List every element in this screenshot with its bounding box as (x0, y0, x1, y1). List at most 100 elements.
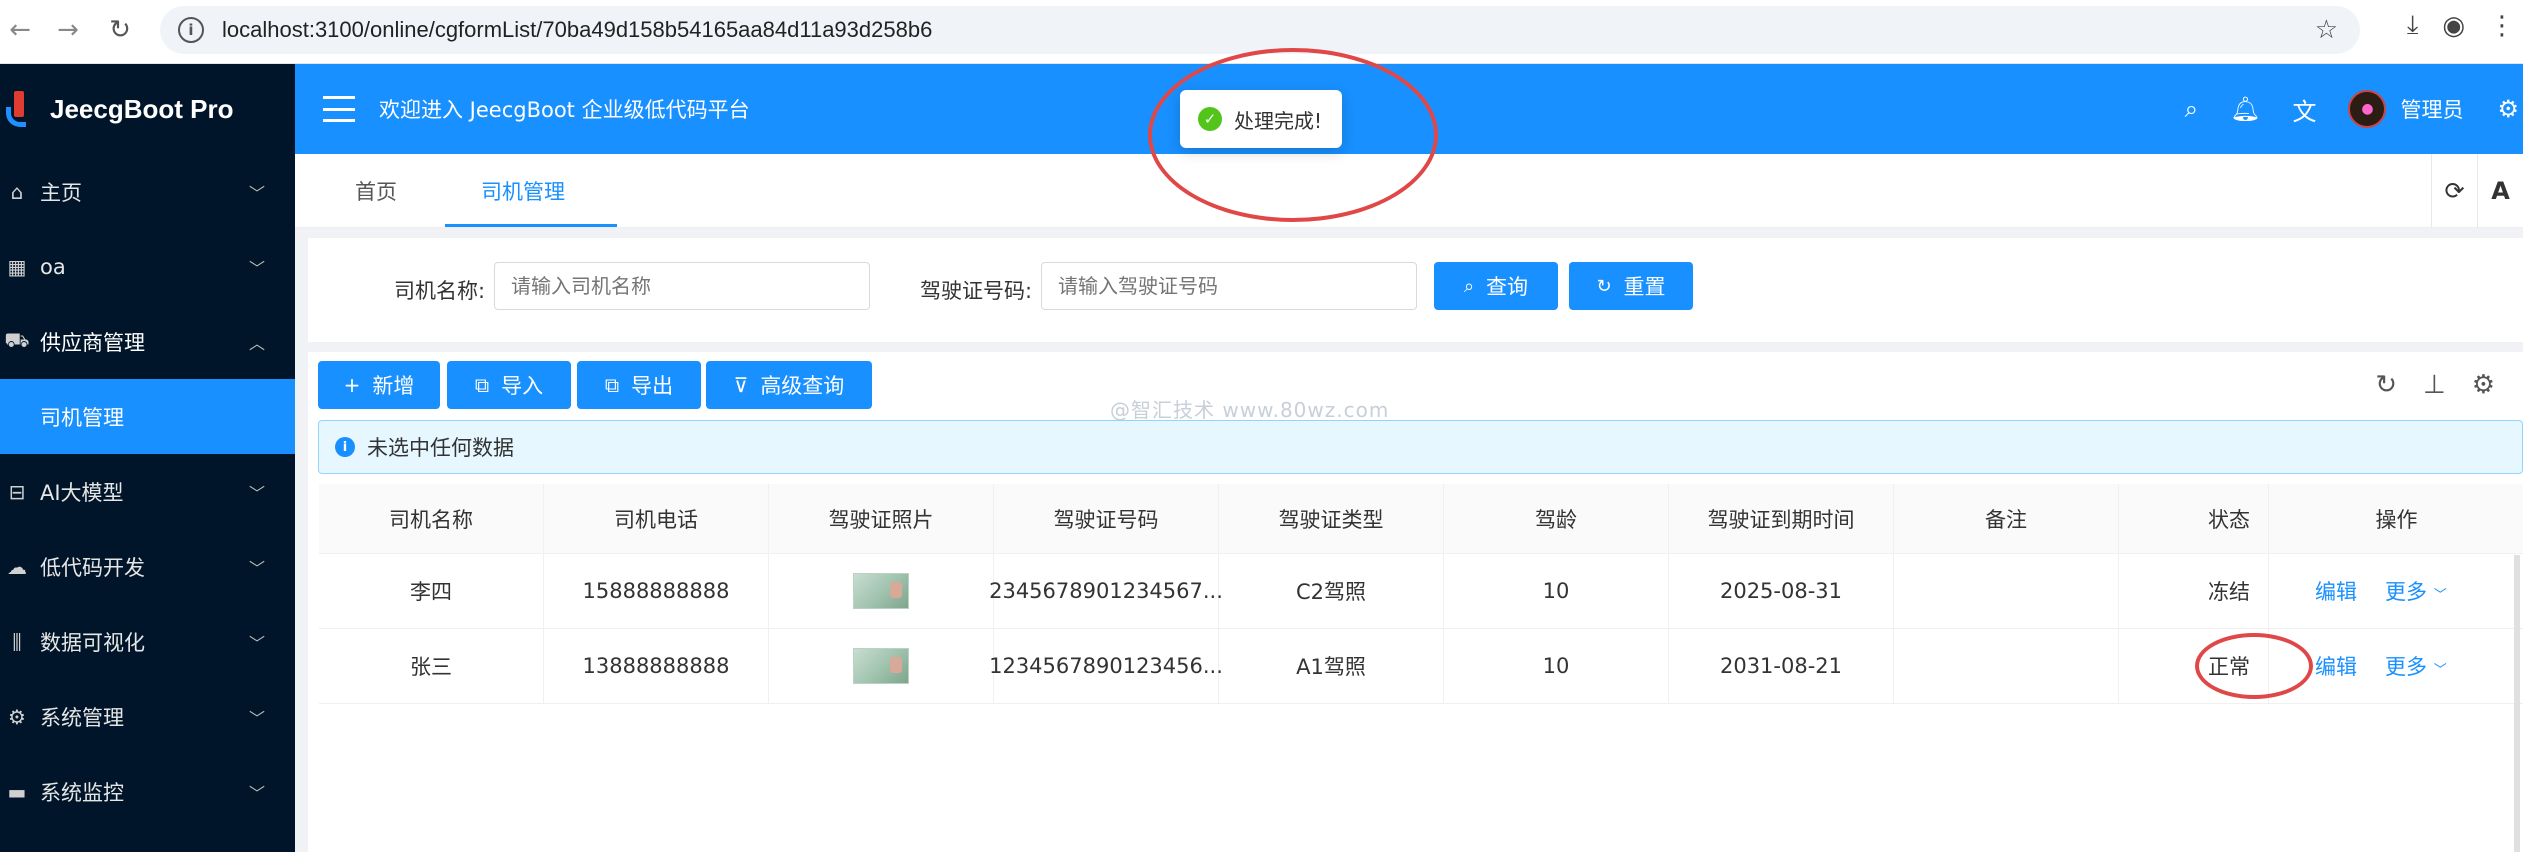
reset-button-label: 重置 (1623, 275, 1666, 299)
reload-icon: ↻ (1596, 275, 1612, 297)
driver-phone-cell: 15888888888 (544, 554, 769, 628)
column-height-icon[interactable]: ⊥ (2423, 370, 2446, 400)
plus-icon: + (343, 373, 361, 397)
grid-icon: ▦ (7, 254, 27, 279)
chevron-down-icon: ﹀ (248, 183, 265, 203)
column-header: 驾驶证到期时间 (1669, 484, 1894, 553)
vertical-scrollbar[interactable] (2514, 555, 2520, 852)
chart-icon: ⫼ (12, 629, 22, 654)
address-bar[interactable]: i localhost:3100/online/cgformList/70ba4… (160, 6, 2360, 54)
logo[interactable]: JeecgBoot Pro (0, 64, 295, 154)
advanced-query-button[interactable]: ⊽ 高级查询 (706, 361, 872, 409)
status-cell: 冻结 (2119, 554, 2269, 628)
sidebar-item-home[interactable]: ⌂ 主页 ﹀ (0, 154, 295, 229)
sidebar-item-label: 系统管理 (40, 705, 124, 730)
column-header: 驾龄 (1444, 484, 1669, 553)
sidebar-item-ai[interactable]: ⊟ AI大模型 ﹀ (0, 454, 295, 529)
export-button[interactable]: ⧉ 导出 (577, 361, 701, 409)
add-button-label: 新增 (372, 374, 415, 398)
license-expire-cell: 2031-08-21 (1669, 629, 1894, 703)
sidebar-item-label: 供应商管理 (40, 330, 145, 355)
cloud-icon: ☁ (7, 554, 27, 579)
more-dropdown[interactable]: 更多 ﹀ (2385, 576, 2447, 606)
license-type-cell: A1驾照 (1219, 629, 1444, 703)
tab-tool-a[interactable]: A (2477, 154, 2523, 228)
table-row[interactable]: 李四 15888888888 2345678901234567... C2驾照 … (319, 554, 2523, 629)
translate-icon[interactable]: 文 (2292, 92, 2316, 127)
chevron-down-icon: ﹀ (248, 258, 265, 278)
welcome-text: 欢迎进入 JeecgBoot 企业级低代码平台 (379, 98, 750, 122)
column-header: 司机名称 (319, 484, 544, 553)
edit-link[interactable]: 编辑 (2315, 651, 2357, 681)
avatar[interactable]: ● (2348, 90, 2387, 128)
license-number-label: 驾驶证号码: (920, 279, 1033, 303)
watermark: @智汇技术 www.80wz.com (1110, 398, 1390, 422)
info-icon[interactable]: i (178, 17, 204, 43)
url-text: localhost:3100/online/cgformList/70ba49d… (222, 17, 933, 42)
bell-icon[interactable]: 🔔︎ (2230, 95, 2260, 123)
filter-icon: ⊽ (733, 373, 749, 397)
table-header: 司机名称 司机电话 驾驶证照片 驾驶证号码 驾驶证类型 驾龄 驾驶证到期时间 备… (319, 484, 2523, 554)
user-name[interactable]: 管理员 (2400, 94, 2463, 124)
chevron-down-icon: ﹀ (248, 708, 265, 728)
edit-link[interactable]: 编辑 (2315, 576, 2357, 606)
reload-icon[interactable]: ↻ (100, 10, 140, 50)
reset-button[interactable]: ↻ 重置 (1569, 262, 1693, 310)
sidebar-item-system[interactable]: ⚙ 系统管理 ﹀ (0, 679, 295, 754)
sidebar-item-label: 数据可视化 (40, 630, 145, 655)
license-number-cell: 1234567890123456... (989, 629, 1223, 703)
sidebar-item-supplier[interactable]: ⛟ 供应商管理 ︿ (0, 304, 295, 379)
remark-cell (1894, 554, 2119, 628)
selection-alert: i 未选中任何数据 (318, 420, 2523, 474)
bookmark-star-icon[interactable]: ☆ (2315, 15, 2338, 45)
browser-menu-icon[interactable]: ⋮ (2489, 11, 2515, 41)
column-header: 状态 (2119, 484, 2269, 553)
back-icon[interactable]: ← (0, 10, 40, 50)
import-icon: ⧉ (474, 373, 490, 397)
query-button[interactable]: ⌕ 查询 (1434, 262, 1558, 310)
column-header: 备注 (1894, 484, 2119, 553)
home-icon: ⌂ (10, 179, 24, 204)
more-label: 更多 (2385, 655, 2427, 679)
more-dropdown[interactable]: 更多 ﹀ (2385, 651, 2447, 681)
refresh-icon[interactable]: ↻ (2375, 370, 2397, 400)
tab-home[interactable]: 首页 (355, 154, 397, 228)
sidebar-item-visualization[interactable]: ⫼ 数据可视化 ﹀ (0, 604, 295, 679)
table-row[interactable]: 张三 13888888888 1234567890123456... A1驾照 … (319, 629, 2523, 704)
sidebar-item-lowcode[interactable]: ☁ 低代码开发 ﹀ (0, 529, 295, 604)
table-card: + 新增 ⧉ 导入 ⧉ 导出 ⊽ 高级查询 @智汇技术 www.80wz.com… (308, 352, 2523, 852)
chevron-down-icon: ﹀ (248, 558, 265, 578)
refresh-tab-icon[interactable]: ⟳ (2431, 154, 2477, 228)
license-photo-cell (769, 554, 994, 628)
tab-driver-management[interactable]: 司机管理 (481, 154, 565, 228)
profile-icon[interactable]: ◉ (2442, 11, 2465, 41)
chevron-up-icon: ︿ (248, 333, 265, 353)
sidebar-item-label: 系统监控 (40, 780, 124, 805)
driver-name-input[interactable] (494, 262, 870, 310)
column-settings-icon[interactable]: ⚙ (2472, 370, 2495, 400)
annotation-circle-status (2195, 633, 2313, 699)
sidebar-item-label: oa (40, 254, 66, 279)
jeecg-logo-icon (6, 89, 32, 129)
driving-years-cell: 10 (1444, 629, 1669, 703)
license-photo-thumbnail[interactable] (853, 573, 909, 609)
download-icon[interactable]: ⤓ (2407, 10, 2419, 41)
settings-gear-icon[interactable]: ⚙ (2497, 95, 2519, 123)
search-icon[interactable]: ⌕ (2185, 95, 2198, 123)
add-button[interactable]: + 新增 (318, 361, 440, 409)
license-photo-thumbnail[interactable] (853, 648, 909, 684)
sidebar-item-driver[interactable]: 司机管理 (0, 379, 295, 454)
column-header: 司机电话 (544, 484, 769, 553)
monitor-icon: ▬ (7, 779, 27, 804)
logo-text: JeecgBoot Pro (50, 93, 234, 124)
menu-toggle-icon[interactable] (323, 96, 355, 122)
more-label: 更多 (2385, 580, 2427, 604)
sidebar-item-oa[interactable]: ▦ oa ﹀ (0, 229, 295, 304)
import-button[interactable]: ⧉ 导入 (447, 361, 571, 409)
license-number-input[interactable] (1041, 262, 1417, 310)
supplier-icon: ⛟ (4, 328, 30, 352)
sidebar-item-monitor[interactable]: ▬ 系统监控 ﹀ (0, 754, 295, 829)
forward-icon[interactable]: → (48, 10, 88, 50)
sidebar-item-label: 低代码开发 (40, 555, 145, 580)
ai-icon: ⊟ (8, 479, 26, 504)
